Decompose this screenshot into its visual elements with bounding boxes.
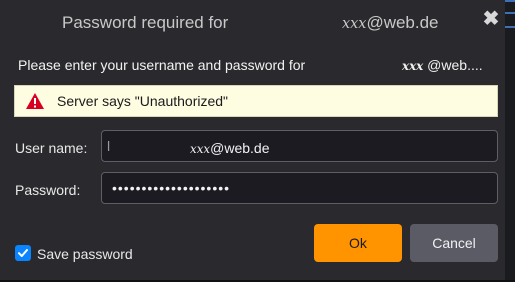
password-label: Password: [15, 182, 81, 198]
masked-username: xxx [190, 142, 211, 156]
masked-account-name: xxx [402, 59, 424, 73]
intro-account: xxx @web.... [402, 57, 483, 73]
username-label: User name: [15, 140, 88, 156]
text-cursor: l [107, 138, 111, 154]
background-text-fragment [505, 12, 515, 14]
close-icon[interactable]: ✖ [481, 9, 501, 29]
username-field[interactable]: l [101, 130, 498, 162]
intro-text: Please enter your username and password … [18, 57, 306, 73]
intro-domain: @web.... [423, 57, 483, 73]
error-alert: Server says "Unauthorized" [14, 85, 498, 117]
alert-message: Server says "Unauthorized" [57, 93, 229, 109]
dialog-title-account: xxx@web.de [342, 13, 439, 33]
dialog-titlebar: Password required for xxx@web.de ✖ [0, 0, 505, 46]
password-field[interactable]: •••••••••••••••••••• [101, 172, 498, 204]
checkmark-icon [18, 249, 28, 257]
cancel-button[interactable]: Cancel [410, 224, 498, 262]
ok-button[interactable]: Ok [314, 224, 402, 262]
masked-account-name: xxx [342, 16, 367, 32]
username-text: xxx@web.de [190, 140, 269, 156]
background-text-fragment [505, 0, 515, 2]
warning-icon [26, 93, 44, 109]
save-password-label[interactable]: Save password [37, 246, 133, 262]
dialog-title: Password required for [62, 13, 229, 32]
background-window-edge [505, 0, 515, 282]
password-dialog: Password required for xxx@web.de ✖ Pleas… [0, 0, 505, 280]
title-domain: @web.de [366, 13, 439, 32]
password-masked-value: •••••••••••••••••••• [112, 180, 231, 196]
username-domain: @web.de [210, 140, 270, 156]
save-password-checkbox[interactable] [15, 245, 31, 261]
background-text-fragment [505, 26, 515, 28]
